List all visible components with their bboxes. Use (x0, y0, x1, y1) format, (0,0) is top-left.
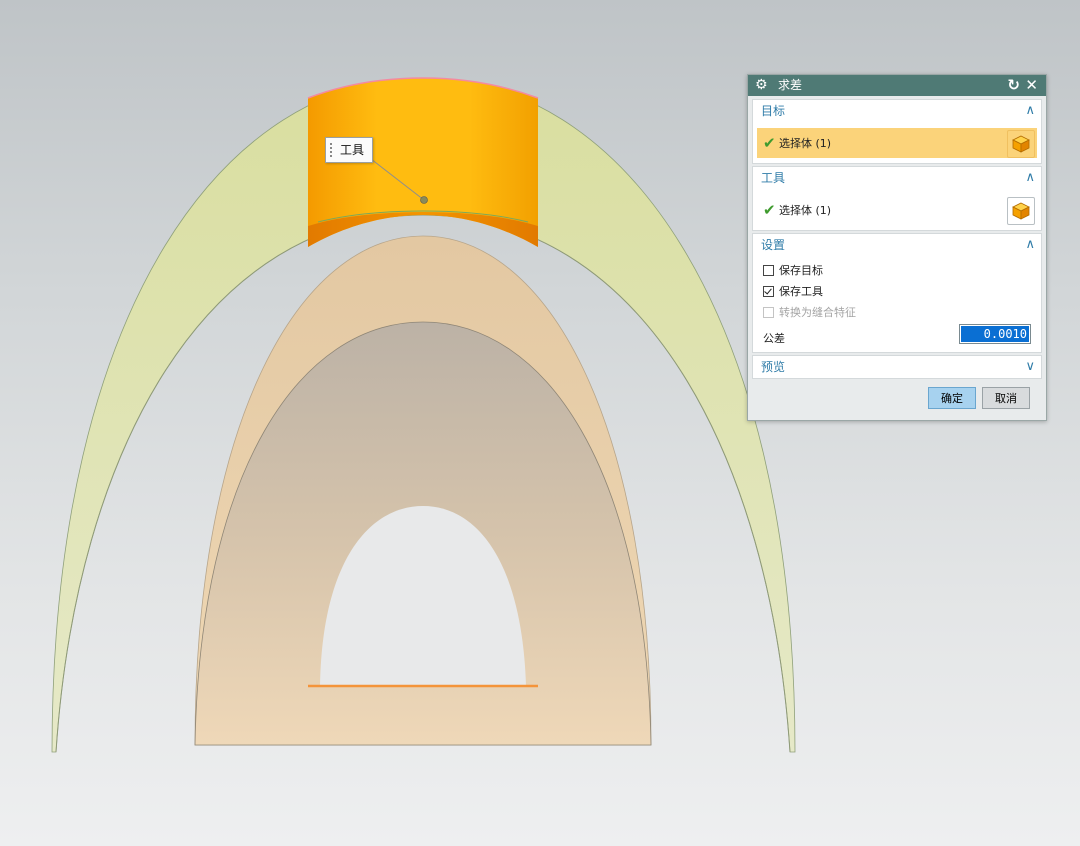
chevron-up-icon[interactable]: ∧ (1025, 100, 1035, 122)
gear-icon: ⚙ (755, 77, 768, 93)
checkbox-box[interactable] (763, 285, 774, 297)
checkmark-icon: ✔ (763, 201, 776, 219)
tool-tag-text: 工具 (340, 143, 365, 157)
settings-section-header[interactable]: 设置 ∧ (753, 234, 1041, 256)
convert-to-sew-checkbox: 转换为缝合特征 (763, 303, 856, 321)
settings-section-title: 设置 (761, 238, 786, 252)
reset-icon[interactable]: ↻ (1007, 75, 1020, 96)
settings-section: 设置 ∧ 保存目标 保存工具 转换为缝合特征 公差 0.0010 (752, 233, 1042, 353)
subtract-dialog: ⚙ 求差 ↻ ✕ 目标 ∧ ✔ 选择体 (1) 工具 ∧ ✔ 选择体 (1) 设… (747, 74, 1047, 421)
preview-section: 预览 ∨ (752, 355, 1042, 379)
checkmark-icon: ✔ (763, 134, 776, 152)
target-select-body-row[interactable]: ✔ 选择体 (1) (757, 128, 1037, 158)
solid-body-icon (1012, 202, 1030, 220)
target-section-title: 目标 (761, 104, 786, 118)
target-section-header[interactable]: 目标 ∧ (753, 100, 1041, 122)
chevron-up-icon[interactable]: ∧ (1025, 167, 1035, 189)
dialog-title: 求差 (778, 78, 803, 92)
tolerance-label: 公差 (763, 332, 785, 345)
preview-section-title: 预览 (761, 360, 786, 374)
checkbox-box[interactable] (763, 264, 774, 276)
tool-section: 工具 ∧ ✔ 选择体 (1) (752, 166, 1042, 231)
tool-section-header[interactable]: 工具 ∧ (753, 167, 1041, 189)
checkbox-box (763, 306, 774, 318)
tolerance-input[interactable]: 0.0010 (959, 324, 1031, 344)
dialog-titlebar[interactable]: ⚙ 求差 ↻ ✕ (748, 75, 1046, 96)
ok-button[interactable]: 确定 (928, 387, 976, 409)
cancel-button[interactable]: 取消 (982, 387, 1030, 409)
solid-body-icon (1012, 135, 1030, 153)
tool-select-label: 选择体 (1) (779, 204, 832, 217)
tool-select-body-button[interactable] (1007, 197, 1035, 225)
tool-select-body-row[interactable]: ✔ 选择体 (1) (757, 195, 1037, 225)
convert-to-sew-label: 转换为缝合特征 (779, 306, 856, 319)
tolerance-value[interactable]: 0.0010 (961, 326, 1029, 342)
chevron-up-icon[interactable]: ∧ (1025, 234, 1035, 256)
target-select-body-button[interactable] (1007, 130, 1035, 158)
tool-label-tag[interactable]: 工具 (325, 137, 374, 163)
preview-section-header[interactable]: 预览 ∨ (753, 356, 1041, 378)
keep-tool-label: 保存工具 (779, 285, 823, 298)
chevron-down-icon[interactable]: ∨ (1025, 356, 1035, 378)
keep-tool-checkbox[interactable]: 保存工具 (763, 282, 823, 300)
keep-target-checkbox[interactable]: 保存目标 (763, 261, 823, 279)
close-icon[interactable]: ✕ (1025, 75, 1038, 96)
drag-grip-icon[interactable] (329, 142, 333, 158)
tool-tag-anchor (420, 196, 428, 204)
tool-section-title: 工具 (761, 171, 786, 185)
target-section: 目标 ∧ ✔ 选择体 (1) (752, 99, 1042, 164)
target-select-label: 选择体 (1) (779, 137, 832, 150)
keep-target-label: 保存目标 (779, 264, 823, 277)
